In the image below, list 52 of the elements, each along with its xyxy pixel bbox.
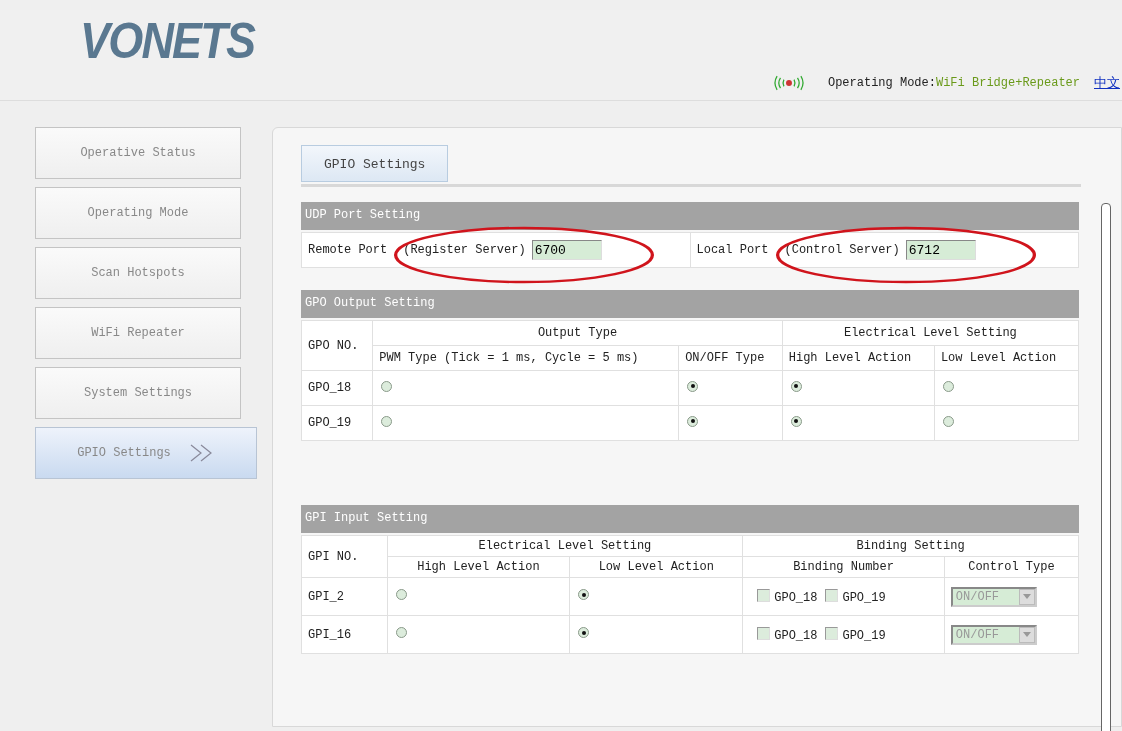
checkbox-label: GPO_18 bbox=[774, 590, 818, 605]
radio-button[interactable] bbox=[687, 380, 699, 392]
table-cell: Binding Setting bbox=[742, 535, 1079, 557]
sidebar-item[interactable]: Operative Status bbox=[35, 127, 241, 179]
table-cell: Binding Number bbox=[742, 556, 945, 578]
table-cell: GPI_16 bbox=[301, 615, 388, 654]
table-cell: Control Type bbox=[944, 556, 1079, 578]
checkbox-label: GPO_19 bbox=[842, 628, 886, 643]
radio-button[interactable] bbox=[790, 415, 802, 427]
radio-button[interactable] bbox=[381, 380, 393, 392]
table-cell: High Level Action bbox=[782, 345, 935, 371]
table-cell: High Level Action bbox=[387, 556, 570, 578]
port-field[interactable]: 6712 bbox=[905, 240, 976, 260]
table-cell: GPO NO. bbox=[301, 320, 373, 371]
scrollbar[interactable] bbox=[1101, 203, 1111, 731]
table-cell: Low Level Action bbox=[569, 556, 743, 578]
table-cell: GPI NO. bbox=[301, 535, 388, 578]
sidebar-item[interactable]: System Settings bbox=[35, 367, 241, 419]
radio-button[interactable] bbox=[687, 415, 699, 427]
sidebar-item[interactable]: WiFi Repeater bbox=[35, 307, 241, 359]
sidebar-item[interactable]: Operating Mode bbox=[35, 187, 241, 239]
table-cell: PWM Type (Tick = 1 ms, Cycle = 5 ms) bbox=[372, 345, 679, 371]
field-hint: (Control Server) bbox=[784, 243, 900, 257]
radio-button[interactable] bbox=[942, 380, 954, 392]
tab[interactable]: GPIO Settings bbox=[301, 145, 449, 182]
table-cell: Output Type bbox=[372, 320, 783, 346]
logo: VONETS bbox=[80, 12, 255, 70]
checkbox-label: GPO_18 bbox=[774, 628, 818, 643]
radio-button[interactable] bbox=[381, 415, 393, 427]
field-label: Local Port bbox=[696, 243, 769, 257]
table-cell: ON/OFF Type bbox=[678, 345, 783, 371]
section-header: GPI Input Setting bbox=[301, 505, 1079, 533]
table-cell: Electrical Level Setting bbox=[387, 535, 743, 557]
sidebar-item[interactable]: GPIO Settings bbox=[35, 427, 257, 479]
field-label: Remote Port bbox=[308, 243, 388, 257]
radio-button[interactable] bbox=[942, 415, 954, 427]
mode-label: Operating Mode: bbox=[827, 76, 936, 90]
mode-value: WiFi Bridge+Repeater bbox=[935, 76, 1080, 90]
checkbox-label: GPO_19 bbox=[842, 590, 886, 605]
field-hint: (Register Server) bbox=[403, 243, 526, 257]
table-cell: GPO_18 bbox=[301, 370, 373, 406]
section-header: UDP Port Setting bbox=[301, 202, 1079, 230]
table-cell: GPO_19 bbox=[301, 405, 373, 441]
sidebar-item[interactable]: Scan Hotspots bbox=[35, 247, 241, 299]
table-cell: Low Level Action bbox=[934, 345, 1079, 371]
port-field[interactable]: 6700 bbox=[531, 240, 602, 260]
section-header: GPO Output Setting bbox=[301, 290, 1079, 318]
signal-icon bbox=[771, 74, 806, 92]
language-link[interactable]: 中文 bbox=[1094, 74, 1120, 92]
table-cell: GPI_2 bbox=[301, 577, 388, 616]
radio-button[interactable] bbox=[790, 380, 802, 392]
table-cell: Electrical Level Setting bbox=[782, 320, 1079, 346]
